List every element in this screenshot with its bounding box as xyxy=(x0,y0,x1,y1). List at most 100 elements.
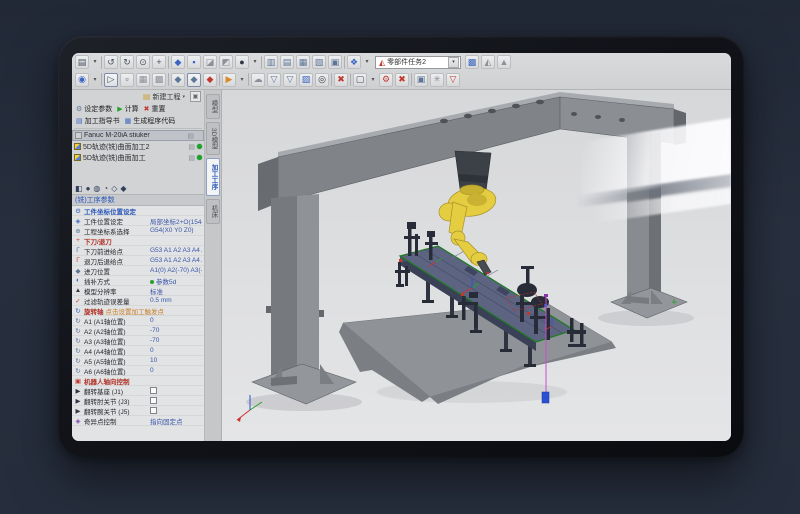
sim2-icon[interactable]: ✳ xyxy=(430,73,444,87)
fixture-setup-icon[interactable]: ▦ xyxy=(296,55,310,69)
property-value[interactable]: 参数5d xyxy=(150,276,202,286)
screen-icon[interactable]: ▣ xyxy=(414,73,428,87)
machine-setup-icon[interactable]: ▥ xyxy=(264,55,278,69)
property-value[interactable]: 0 xyxy=(150,367,202,374)
property-row[interactable]: ▶ 翻转基座 (J1) xyxy=(72,386,204,396)
shade-icon[interactable]: ◍ xyxy=(93,184,100,193)
tree-row[interactable]: Fanuc M-20iA stiuker ▤ xyxy=(72,130,204,141)
property-row[interactable]: ↻ A1 (A1轴位置) 0 xyxy=(72,316,204,326)
property-row[interactable]: ⚙ 工件坐标位置设定 xyxy=(72,206,204,216)
property-value[interactable] xyxy=(150,407,202,414)
wp-mode-active-icon[interactable]: ◆ xyxy=(187,73,201,87)
property-value[interactable]: 0 xyxy=(150,347,202,354)
hand-icon[interactable]: ▶ xyxy=(222,73,236,87)
property-value[interactable]: G53 A1 A2 A3 A4 A5 A xyxy=(150,257,202,264)
sheet-icon[interactable]: ▤ xyxy=(187,132,194,140)
sheet-icon[interactable]: ▤ xyxy=(188,143,195,151)
report-icon[interactable]: ▩ xyxy=(465,55,479,69)
material-icon[interactable]: ◆ xyxy=(120,184,126,193)
property-row[interactable]: ▶ 翻转腕关节 (J5) xyxy=(72,406,204,416)
property-row[interactable]: ↻ A2 (A2轴位置) -70 xyxy=(72,326,204,336)
ink-dropdown-icon[interactable]: ▾ xyxy=(91,73,99,87)
combobox-dropdown-icon[interactable]: ▾ xyxy=(448,57,459,68)
property-value[interactable]: A1(0) A2(-70) A3(-70) xyxy=(150,267,202,274)
property-row[interactable]: + 下刀/退刀 xyxy=(72,236,204,246)
feature-icon[interactable]: ❖ xyxy=(347,55,361,69)
measure-icon[interactable]: ◭ xyxy=(481,55,495,69)
property-value[interactable]: -70 xyxy=(150,327,202,334)
vertical-tab[interactable]: 模型 xyxy=(206,94,220,119)
cloud-icon[interactable]: ☁ xyxy=(251,73,265,87)
feature-dropdown-icon[interactable]: ▾ xyxy=(363,55,371,69)
property-value[interactable]: G54(X0 Y0 Z0) xyxy=(150,227,202,234)
property-row[interactable]: ◈ 奇异点控制 指向固定点 xyxy=(72,416,204,426)
panel-pin-icon[interactable]: ▣ xyxy=(190,91,201,102)
sphere-icon[interactable]: ● xyxy=(86,184,91,193)
property-value[interactable]: -70 xyxy=(150,337,202,344)
vertical-tab[interactable]: 加工工序 xyxy=(206,158,220,196)
save-icon[interactable]: ▤ xyxy=(75,55,89,69)
reset-button[interactable]: ✖ 重置 xyxy=(144,104,166,114)
property-value[interactable]: 点击设置加工触发点 xyxy=(106,306,203,316)
select-arrow-icon[interactable]: ▷ xyxy=(104,73,118,87)
render-icon[interactable]: ● xyxy=(235,55,249,69)
set-params-button[interactable]: ⚙ 设定参数 xyxy=(76,104,112,114)
point-view-icon[interactable]: ▪ xyxy=(187,55,201,69)
property-row[interactable]: ⊕ 工程坐标系选择 G54(X0 Y0 Z0) xyxy=(72,226,204,236)
stage-setup-icon[interactable]: ▣ xyxy=(328,55,342,69)
tool-setup-icon[interactable]: ▧ xyxy=(312,55,326,69)
shaded-view-icon[interactable]: ◆ xyxy=(171,55,185,69)
sketch2-icon[interactable]: ◩ xyxy=(219,55,233,69)
tree-row[interactable]: 5D轨迹(铣)曲面加工2 ▤ xyxy=(72,141,204,152)
property-value[interactable]: G53 A1 A2 A3 A4 A5 A xyxy=(150,247,202,254)
property-row[interactable]: ↻ A5 (A5轴位置) 10 xyxy=(72,356,204,366)
mill-icon[interactable]: ◎ xyxy=(315,73,329,87)
workpiece-setup-icon[interactable]: ▤ xyxy=(280,55,294,69)
viewport-3d[interactable] xyxy=(222,90,731,441)
new-project-dropdown-icon[interactable]: ▾ xyxy=(182,94,185,100)
generate-code-button[interactable]: ▦ 生成程序代码 xyxy=(125,116,176,126)
property-value[interactable]: 局部坐标2+O(1544.582 xyxy=(150,216,202,226)
property-value[interactable] xyxy=(150,387,202,394)
property-row[interactable]: ◐ 插补方式 参数5d xyxy=(72,276,204,286)
funnel-icon[interactable]: ▽ xyxy=(267,73,281,87)
select-box-icon[interactable]: ▫ xyxy=(120,73,134,87)
vertical-tab[interactable]: 机床 xyxy=(206,199,220,224)
sheet-icon[interactable]: ▤ xyxy=(188,154,195,162)
view-dropdown-icon[interactable]: ▾ xyxy=(251,55,259,69)
property-row[interactable]: Γ 下刀前进给点 G53 A1 A2 A3 A4 A5 A xyxy=(72,246,204,256)
property-value[interactable]: 指向固定点 xyxy=(150,416,202,426)
funnel2-icon[interactable]: ▽ xyxy=(283,73,297,87)
delete-task-icon[interactable]: ✖ xyxy=(334,73,348,87)
property-row[interactable]: ▣ 机器人轴向控制 xyxy=(72,376,204,386)
clapper-icon[interactable]: ▦ xyxy=(136,73,150,87)
wp-mode-icon[interactable]: ◆ xyxy=(171,73,185,87)
property-value[interactable]: 标准 xyxy=(150,286,202,296)
property-row[interactable]: Γ 退刀后退给点 G53 A1 A2 A3 A4 A5 A xyxy=(72,256,204,266)
funnel-red-icon[interactable]: ▽ xyxy=(446,73,460,87)
property-row[interactable]: ↻ A4 (A4轴位置) 0 xyxy=(72,346,204,356)
terrain-icon[interactable]: ▲ xyxy=(497,55,511,69)
property-row[interactable]: ↻ A6 (A6轴位置) 0 xyxy=(72,366,204,376)
part-icon[interactable]: ◔ xyxy=(103,184,108,193)
property-row[interactable]: ▲ 模型分辨率 标准 xyxy=(72,286,204,296)
clapper2-icon[interactable]: ▩ xyxy=(152,73,166,87)
doc-delete-icon[interactable]: ✖ xyxy=(395,73,409,87)
vertical-tab[interactable]: 3D模型 xyxy=(206,122,220,155)
task-combobox[interactable]: ◭ 零部件任务2 ▾ xyxy=(375,56,461,69)
property-value[interactable]: 0 xyxy=(150,317,202,324)
property-row[interactable]: ▶ 翻转肘关节 (J3) xyxy=(72,396,204,406)
rotate-view-icon[interactable]: ↻ xyxy=(120,55,134,69)
zoom-icon[interactable]: ⊙ xyxy=(136,55,150,69)
sync-icon[interactable]: ◇ xyxy=(111,184,117,193)
doc-icon[interactable]: ▢ xyxy=(353,73,367,87)
doc-dropdown-icon[interactable]: ▾ xyxy=(369,73,377,87)
property-row[interactable]: ◈ 工件位置设定 局部坐标2+O(1544.582 xyxy=(72,216,204,226)
sketch-icon[interactable]: ◪ xyxy=(203,55,217,69)
orbit-icon[interactable]: ↺ xyxy=(104,55,118,69)
property-row[interactable]: ✓ 过滤轨迹误差量 0.5 mm xyxy=(72,296,204,306)
property-row[interactable]: ↻ 旋转轴 点击设置加工触发点 xyxy=(72,306,204,316)
pan-icon[interactable]: + xyxy=(152,55,166,69)
new-project-button[interactable]: 新建工程 xyxy=(152,92,180,102)
property-row[interactable]: ◆ 进刀位置 A1(0) A2(-70) A3(-70) xyxy=(72,266,204,276)
